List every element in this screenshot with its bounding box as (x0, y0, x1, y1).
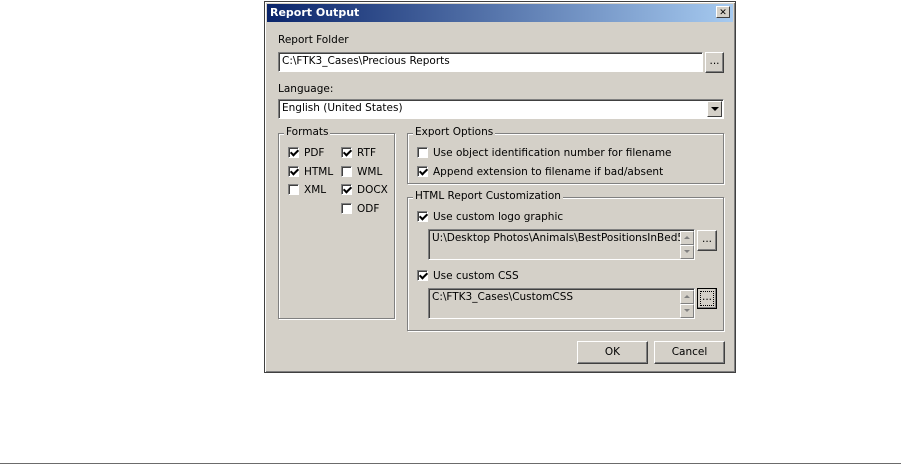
scroll-down-icon[interactable] (680, 304, 694, 318)
append-extension-checkbox[interactable] (417, 166, 428, 177)
close-icon: ✕ (719, 8, 727, 18)
format-odf-label: ODF (357, 203, 380, 215)
custom-logo-checkbox[interactable] (417, 211, 428, 222)
scroll-up-icon[interactable] (680, 290, 694, 304)
scroll-down-icon[interactable] (680, 245, 694, 259)
format-pdf-checkbox[interactable] (288, 147, 299, 158)
custom-css-checkbox[interactable] (417, 270, 428, 281)
html-customization-group: HTML Report Customization Use custom log… (407, 190, 724, 331)
bottom-divider (0, 463, 901, 464)
format-rtf-label: RTF (357, 147, 376, 159)
format-docx-checkbox[interactable] (341, 184, 352, 195)
scroll-up-icon[interactable] (680, 231, 694, 245)
use-object-id-label: Use object identification number for fil… (433, 147, 672, 159)
format-xml-label: XML (304, 184, 327, 196)
custom-logo-path-field[interactable]: U:\Desktop Photos\Animals\BestPositionsI… (428, 229, 695, 260)
report-output-dialog: Report Output ✕ Report Folder C:\FTK3_Ca… (264, 1, 736, 373)
html-customization-group-title: HTML Report Customization (413, 190, 563, 202)
dialog-title: Report Output (270, 6, 360, 19)
format-xml-checkbox[interactable] (288, 184, 299, 195)
custom-css-path: C:\FTK3_Cases\CustomCSS (432, 291, 574, 303)
custom-logo-browse-button[interactable]: ... (697, 230, 717, 251)
format-rtf-checkbox[interactable] (341, 147, 352, 158)
format-html-label: HTML (304, 166, 334, 178)
format-docx-label: DOCX (357, 184, 388, 196)
title-bar[interactable]: Report Output ✕ (267, 4, 733, 22)
custom-logo-label: Use custom logo graphic (433, 211, 564, 223)
custom-css-label: Use custom CSS (433, 270, 519, 282)
custom-css-path-field[interactable]: C:\FTK3_Cases\CustomCSS (428, 288, 695, 319)
custom-logo-scroll[interactable] (680, 231, 694, 259)
report-folder-browse-button[interactable]: ... (705, 52, 724, 73)
format-wml-checkbox[interactable] (341, 166, 352, 177)
language-select[interactable]: English (United States) (278, 99, 724, 119)
use-object-id-checkbox[interactable] (417, 147, 428, 158)
formats-group-title: Formats (284, 126, 331, 138)
close-button[interactable]: ✕ (716, 6, 730, 18)
language-label: Language: (278, 83, 334, 95)
custom-css-scroll[interactable] (680, 290, 694, 318)
format-html-checkbox[interactable] (288, 166, 299, 177)
custom-logo-path: U:\Desktop Photos\Animals\BestPositionsI… (432, 232, 695, 244)
format-odf-checkbox[interactable] (341, 203, 352, 214)
formats-group: Formats PDF RTF HTML WML XML DOCX ODF (278, 126, 395, 319)
ok-button[interactable]: OK (577, 341, 648, 364)
chevron-down-icon[interactable] (707, 101, 722, 117)
language-selected-value: English (United States) (282, 102, 403, 114)
report-folder-label: Report Folder (278, 34, 349, 46)
cancel-button[interactable]: Cancel (654, 341, 725, 364)
report-folder-input[interactable]: C:\FTK3_Cases\Precious Reports (278, 52, 703, 72)
format-pdf-label: PDF (304, 147, 325, 159)
export-options-group: Export Options Use object identification… (407, 126, 724, 184)
format-wml-label: WML (357, 166, 383, 178)
export-options-group-title: Export Options (413, 126, 496, 138)
append-extension-label: Append extension to filename if bad/abse… (433, 166, 664, 178)
custom-css-browse-button[interactable]: ... (697, 288, 717, 309)
